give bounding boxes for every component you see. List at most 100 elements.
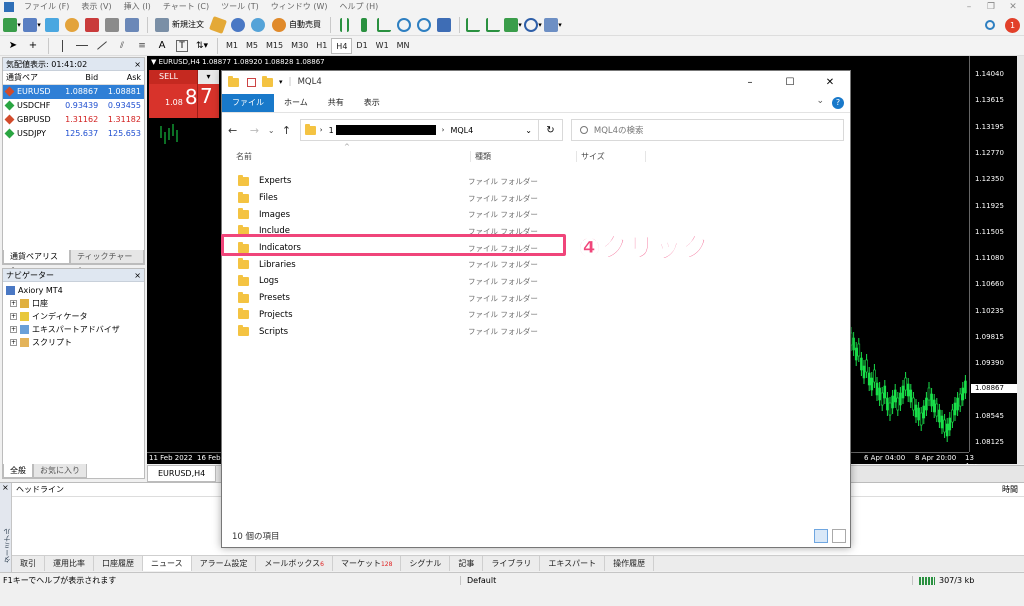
arrows-tool[interactable]: ⇅▾ [193,36,211,56]
tf-h4[interactable]: H4 [331,37,353,54]
line-chart-button[interactable] [375,15,393,35]
back-arrow-icon[interactable]: ← [228,124,250,137]
list-item-logs[interactable]: Logs ファイル フォルダー [238,273,850,290]
new-folder-icon[interactable] [262,75,273,87]
close-icon[interactable]: × [0,483,9,492]
close-icon[interactable]: × [134,269,141,282]
ribbon-tab-file[interactable]: ファイル [222,93,274,112]
tab-alerts[interactable]: アラーム設定 [192,556,257,571]
periods-button[interactable]: ▾ [524,15,542,35]
path-segment[interactable]: MQL4 [450,126,473,135]
qat-dropdown-icon[interactable]: ▾ [279,78,283,86]
path-chevron-icon[interactable]: › [442,126,445,134]
list-item-experts[interactable]: Experts ファイル フォルダー [238,173,850,190]
tf-m5[interactable]: M5 [242,38,262,54]
market-button[interactable] [249,15,267,35]
path-segment[interactable]: 1 [329,126,334,135]
minimize-icon[interactable]: – [730,77,770,88]
tab-articles[interactable]: 記事 [450,556,484,571]
column-type[interactable]: 種類 [470,150,576,162]
large-icons-view-icon[interactable] [832,529,846,543]
ribbon-expand-icon[interactable]: ⌄ [816,96,824,106]
close-icon[interactable]: ✕ [1002,2,1024,12]
menu-tools[interactable]: ツール (T) [215,0,265,14]
tf-d1[interactable]: D1 [352,38,371,54]
column-size[interactable]: サイズ [576,150,646,162]
tab-tick-chart[interactable]: ティックチャート [69,250,144,275]
search-box[interactable]: MQL4の検索 [570,119,844,141]
address-dropdown-icon[interactable]: ⌄ [525,126,532,135]
label-tool[interactable]: T [173,36,191,56]
tab-market[interactable]: マーケット128 [333,556,402,571]
maximize-icon[interactable]: ☐ [770,77,810,88]
horizontal-line-tool[interactable] [73,36,91,56]
tab-history[interactable]: 口座履歴 [94,556,143,571]
expand-icon[interactable]: + [10,339,17,346]
navigator-toggle[interactable] [83,15,101,35]
signals-button[interactable] [229,15,247,35]
up-arrow-icon[interactable]: ↑ [282,124,300,137]
list-item-files[interactable]: Files ファイル フォルダー [238,190,850,207]
templates-button[interactable]: ▾ [544,15,562,35]
menu-insert[interactable]: 挿入 (I) [118,0,157,14]
tab-experts[interactable]: エキスパート [540,556,606,571]
expand-icon[interactable]: + [10,300,17,307]
tester-toggle[interactable] [123,15,141,35]
auto-trading-button[interactable]: 自動売買 [269,15,324,35]
table-row[interactable]: GBPUSD 1.31162 1.31182 [3,113,144,127]
menu-view[interactable]: 表示 (V) [75,0,117,14]
list-item-projects[interactable]: Projects ファイル フォルダー [238,307,850,324]
tab-symbols[interactable]: 通貨ペアリスト [3,250,70,275]
tf-mn[interactable]: MN [393,38,414,54]
menu-chart[interactable]: チャート (C) [157,0,215,14]
table-row[interactable]: USDJPY 125.637 125.653 [3,127,144,141]
help-icon[interactable]: ? [832,97,844,109]
tab-favorites[interactable]: お気に入り [33,464,87,478]
expand-icon[interactable]: + [10,313,17,320]
properties-icon[interactable] [247,77,256,87]
column-name[interactable]: 名前 [236,151,470,162]
text-tool[interactable]: A [153,36,171,56]
tf-m15[interactable]: M15 [262,38,287,54]
list-item-libraries[interactable]: Libraries ファイル フォルダー [238,256,850,273]
indicators-button[interactable]: ▾ [504,15,522,35]
menu-help[interactable]: ヘルプ (H) [333,0,384,14]
vertical-line-tool[interactable] [53,36,71,56]
list-item-images[interactable]: Images ファイル フォルダー [238,206,850,223]
candlestick-button[interactable] [355,15,373,35]
table-row[interactable]: EURUSD 1.08867 1.08881 [3,84,144,99]
ribbon-tab-share[interactable]: 共有 [318,94,354,112]
tab-trade[interactable]: 取引 [12,556,45,571]
data-window-toggle[interactable] [63,15,81,35]
tree-item-accounts[interactable]: + 口座 [6,297,141,310]
auto-scroll-button[interactable] [464,15,482,35]
trendline-tool[interactable] [93,36,111,56]
channel-tool[interactable]: ⫽ [113,36,131,56]
tf-m1[interactable]: M1 [222,38,242,54]
zoom-out-button[interactable] [415,15,433,35]
path-chevron-icon[interactable]: › [320,126,323,134]
fibo-tool[interactable]: ≡ [133,36,151,56]
close-icon[interactable]: ✕ [810,77,850,88]
table-row[interactable]: USDCHF 0.93439 0.93455 [3,99,144,113]
recent-dropdown-icon[interactable]: ⌄ [268,126,282,135]
tf-m30[interactable]: M30 [287,38,312,54]
tree-item-indicators[interactable]: + インディケータ [6,310,141,323]
ribbon-tab-view[interactable]: 表示 [354,94,390,112]
tile-windows-button[interactable] [435,15,453,35]
restore-icon[interactable]: ❐ [980,2,1002,12]
tf-w1[interactable]: W1 [372,38,393,54]
tab-news[interactable]: ニュース [143,556,192,571]
address-bar[interactable]: › 1 › MQL4 ⌄ [299,119,539,141]
column-headline[interactable]: ヘッドライン [12,485,64,494]
tab-journal[interactable]: 操作履歴 [605,556,655,571]
chart-tab[interactable]: EURUSD,H4 [147,466,217,482]
new-chart-button[interactable]: ▾ [3,15,21,35]
zoom-in-button[interactable] [395,15,413,35]
close-icon[interactable]: × [134,58,141,71]
cursor-tool[interactable]: ➤ [4,36,22,56]
bar-chart-button[interactable] [335,15,353,35]
menu-file[interactable]: ファイル (F) [18,0,75,14]
tab-exposure[interactable]: 運用比率 [45,556,94,571]
metaeditor-button[interactable] [209,15,227,35]
